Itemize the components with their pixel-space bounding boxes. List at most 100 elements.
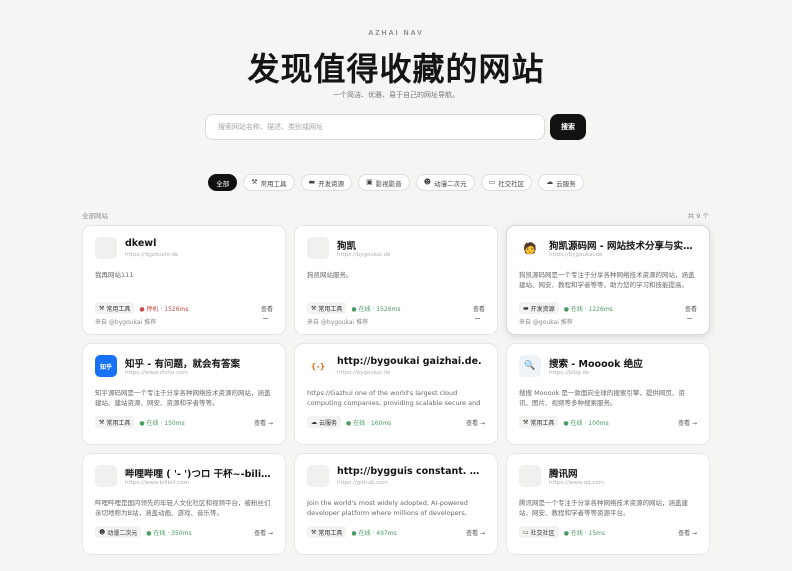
tab-label: 云服务 xyxy=(556,179,576,188)
cloud-icon: ☁ xyxy=(311,418,317,426)
placeholder-logo xyxy=(95,237,117,259)
site-url: https://github.com xyxy=(337,480,388,486)
avatar-logo: 🧑 xyxy=(519,237,541,259)
category-label: 动漫二次元 xyxy=(107,529,138,537)
site-description: 知乎源码网是一个专注于分享各种网络技术资源的网站，涵盖建站、建站资源、网安、资源… xyxy=(95,389,271,407)
tab-6[interactable]: ☁ 云服务 xyxy=(538,174,584,191)
site-title[interactable]: http://bygoukai gaizhai.de. xyxy=(337,356,487,367)
tab-3[interactable]: ▣ 影视影音 xyxy=(358,174,410,191)
site-title[interactable]: dkewl xyxy=(125,238,275,249)
site-description: 狗凯源码网是一个专注于分享各种网络技术资源的网站，涵盖建站、网安、教程和学者等等… xyxy=(519,271,695,289)
site-card[interactable]: 🔍 搜索 - Mooook 绝应 https://blog.de 搜搜 Mooook … xyxy=(506,343,710,445)
view-link[interactable]: 查看 → xyxy=(678,418,697,427)
category-badge: ⚒ 常用工具 xyxy=(95,416,135,428)
site-card[interactable]: 腾讯网 https://www.qq.com 腾讯网是一个专注于分享各种网络技术资源… xyxy=(506,453,710,555)
site-title[interactable]: 腾讯网 xyxy=(549,466,699,480)
view-link[interactable]: 查看 xyxy=(261,304,273,313)
tab-5[interactable]: ▭ 社交社区 xyxy=(480,174,533,191)
site-card[interactable]: {-} http://bygoukai gaizhai.de. https://by… xyxy=(294,343,498,445)
category-badge: ▭ 社交社区 xyxy=(519,526,559,538)
card-meta: ⚒ 常用工具 ● 在线 · 100ms 查看 → xyxy=(519,416,697,428)
category-badge: ⚒ 常用工具 xyxy=(307,526,347,538)
zhihu-logo: 知乎 xyxy=(95,355,117,377)
view-link[interactable]: 查看 xyxy=(473,304,485,313)
tab-2[interactable]: ▬ 开发资源 xyxy=(300,174,353,191)
status-indicator: ● 在线 · 100ms xyxy=(563,419,609,427)
code-brackets-logo: {-} xyxy=(307,355,329,377)
card-meta: ▬ 开发资源 ● 在线 · 1226ms 查看 xyxy=(519,302,697,314)
tool-icon: ⚒ xyxy=(311,304,317,312)
site-title[interactable]: 狗凯 xyxy=(337,238,487,252)
tool-icon: ⚒ xyxy=(251,178,258,186)
recommender-label: 来自 @bygoukai 推荐 xyxy=(95,319,157,326)
status-indicator: ● 停机 · 1526ms xyxy=(139,305,189,313)
site-card[interactable]: 知乎 知乎 - 有问题，就会有答案 https://www.zhihu.com 知乎源… xyxy=(82,343,286,445)
site-url: https://www.zhihu.com xyxy=(125,370,188,376)
view-underline xyxy=(263,318,268,319)
view-link[interactable]: 查看 xyxy=(685,304,697,313)
site-card[interactable]: http://bygguis constant. Gitlu... https:/… xyxy=(294,453,498,555)
brand-label: AZHAI NAV xyxy=(368,30,424,37)
view-link[interactable]: 查看 → xyxy=(466,418,485,427)
tab-label: 影视影音 xyxy=(375,179,402,188)
tab-label: 动漫二次元 xyxy=(434,179,467,188)
tab-0[interactable]: 全部 xyxy=(208,174,238,191)
site-description: 哔哩哔哩是国内领先的年轻人文化社区和视频平台，被粉丝们亲切地称为B站，涵盖动画、… xyxy=(95,499,271,517)
category-label: 开发资源 xyxy=(530,305,555,313)
site-description: 狗凯网站服务。 xyxy=(307,271,353,279)
tab-4[interactable]: ☻ 动漫二次元 xyxy=(415,174,475,191)
card-meta: ⚒ 常用工具 ● 在线 · 1526ms 查看 xyxy=(307,302,485,314)
tool-icon: ⚒ xyxy=(99,304,105,312)
site-url: https://blog.de xyxy=(549,370,590,376)
site-url: https://dgzouxhi.de xyxy=(125,252,179,258)
status-indicator: ● 在线 · 350ms xyxy=(146,529,192,537)
view-link[interactable]: 查看 → xyxy=(254,418,273,427)
site-card[interactable]: 🧑 狗凯源码网 - 网站技术分享与实用教程平台https://bygoukai.d… xyxy=(506,225,710,335)
page-title: 发现值得收藏的网站 xyxy=(247,50,545,88)
site-title[interactable]: http://bygguis constant. Gitlu... xyxy=(337,466,487,477)
status-indicator: ● 在线 · 160ms xyxy=(346,419,392,427)
search-logo: 🔍 xyxy=(519,355,541,377)
card-meta: ⚒ 常用工具 ● 停机 · 1526ms 查看 xyxy=(95,302,273,314)
site-title[interactable]: 狗凯源码网 - 网站技术分享与实用教程平台 xyxy=(549,238,699,252)
placeholder-logo xyxy=(307,237,329,259)
view-underline xyxy=(687,318,692,319)
view-underline xyxy=(475,318,480,319)
site-card[interactable]: dkewl https://dgzouxhi.de 我再网站111 ⚒ 常用工具 ● 停机… xyxy=(82,225,286,335)
category-label: 社交社区 xyxy=(530,529,555,537)
status-indicator: ● 在线 · 150ms xyxy=(139,419,185,427)
section-label: 全部网站 xyxy=(82,212,108,220)
site-title[interactable]: 搜索 - Mooook 绝应 xyxy=(549,356,699,370)
category-label: 常用工具 xyxy=(318,529,343,537)
card-meta: ▭ 社交社区 ● 在线 · 15ms 查看 → xyxy=(519,526,697,538)
site-card[interactable]: 狗凯 https://bygoukai.de 狗凯网站服务。 ⚒ 常用工具 ● 在线 · … xyxy=(294,225,498,335)
category-badge: ☁ 云服务 xyxy=(307,416,342,428)
view-link[interactable]: 查看 → xyxy=(466,528,485,537)
card-meta: ⚒ 常用工具 ● 在线 · 497ms 查看 → xyxy=(307,526,485,538)
site-card[interactable]: 哔哩哔哩 ( '- ')つロ 干杯~-bilibili https://www.b… xyxy=(82,453,286,555)
site-url: https://bygoukai.de xyxy=(337,370,391,376)
site-title[interactable]: 知乎 - 有问题，就会有答案 xyxy=(125,356,275,370)
tab-label: 全部 xyxy=(216,179,230,188)
category-badge: ⚒ 常用工具 xyxy=(95,302,135,314)
chat-icon: ▭ xyxy=(523,528,529,536)
recommender-label: 来自 @bygoukai 推荐 xyxy=(307,319,369,326)
search-button[interactable]: 搜索 xyxy=(550,114,586,140)
card-meta: ☁ 云服务 ● 在线 · 160ms 查看 → xyxy=(307,416,485,428)
category-label: 常用工具 xyxy=(530,419,555,427)
category-label: 云服务 xyxy=(319,419,338,427)
tab-1[interactable]: ⚒ 常用工具 xyxy=(243,174,295,191)
view-link[interactable]: 查看 → xyxy=(678,528,697,537)
category-badge: ▬ 开发资源 xyxy=(519,302,559,314)
view-link[interactable]: 查看 → xyxy=(254,528,273,537)
status-indicator: ● 在线 · 1226ms xyxy=(563,305,613,313)
category-badge: ⚒ 常用工具 xyxy=(307,302,347,314)
placeholder-logo xyxy=(95,465,117,487)
site-url: https://bygoukai.de xyxy=(549,252,603,258)
tab-label: 开发资源 xyxy=(318,179,345,188)
anime-icon: ☻ xyxy=(423,178,432,186)
site-description: 搜搜 Mooook 是一款面向全球的搜索引擎，提供网页、资讯、图片、视频等多种搜… xyxy=(519,389,685,407)
site-title[interactable]: 哔哩哔哩 ( '- ')つロ 干杯~-bilibili xyxy=(125,466,275,480)
category-label: 常用工具 xyxy=(106,419,131,427)
search-input[interactable] xyxy=(205,114,545,140)
